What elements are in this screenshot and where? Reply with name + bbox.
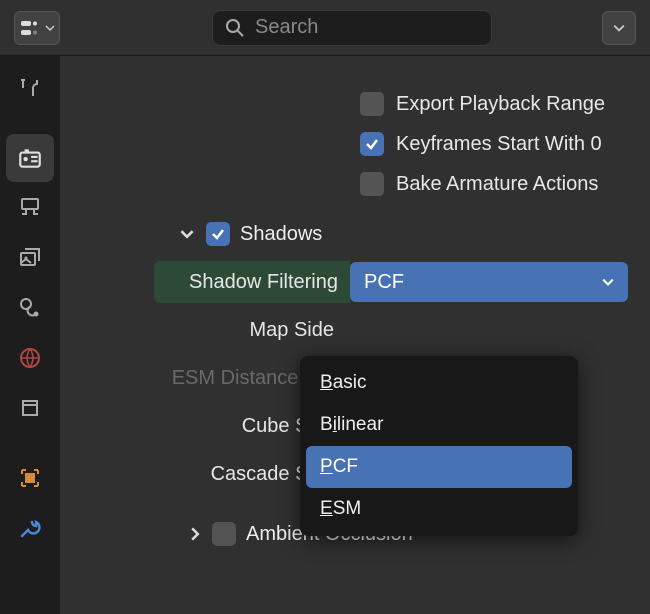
checkbox-bake-armature[interactable] [360,172,384,196]
checkbox-ambient-occlusion[interactable] [212,522,236,546]
checkbox-label: Bake Armature Actions [396,173,598,196]
options-button[interactable] [602,11,636,45]
tab-wrench[interactable] [6,504,54,552]
property-tabs [0,56,60,614]
object-select-icon [18,466,42,490]
checkbox-shadows[interactable] [206,222,230,246]
object-icon [18,396,42,420]
shadow-filtering-dropdown[interactable]: PCF [350,262,628,302]
tab-object[interactable] [6,384,54,432]
tab-viewlayer[interactable] [6,234,54,282]
properties-icon [19,18,39,38]
search-input[interactable]: Search [212,10,492,46]
field-label: Shadow Filtering [154,261,350,303]
field-shadow-filtering: Shadow Filtering PCF [60,258,650,306]
tab-scene[interactable] [6,284,54,332]
wrench-icon [18,516,42,540]
dropdown-option-bilinear[interactable]: Bilinear [306,404,572,446]
checkbox-row-export-playback: Export Playback Range [60,84,650,124]
checkbox-row-bake-armature: Bake Armature Actions [60,164,650,204]
dropdown-option-pcf[interactable]: PCF [306,446,572,488]
section-label: Shadows [240,223,322,246]
tool-icon [18,76,42,100]
search-placeholder: Search [255,16,318,39]
editor-type-selector[interactable] [14,11,60,45]
checkbox-label: Keyframes Start With 0 [396,133,602,156]
top-bar: Search [0,0,650,56]
checkbox-keyframes-start[interactable] [360,132,384,156]
tab-tool[interactable] [6,64,54,112]
tab-world[interactable] [6,334,54,382]
search-icon [225,18,245,38]
chevron-right-icon [188,527,202,541]
chevron-down-icon [178,225,196,243]
image-stack-icon [18,246,42,270]
field-map-side: Map Side [60,306,650,354]
tab-output[interactable] [6,184,54,232]
checkbox-export-playback[interactable] [360,92,384,116]
checkbox-row-keyframes-start: Keyframes Start With 0 [60,124,650,164]
tab-render[interactable] [6,134,54,182]
chevron-down-icon [45,23,55,33]
dropdown-option-esm[interactable]: ESM [306,488,572,530]
section-shadows[interactable]: Shadows [60,204,650,258]
dropdown-value: PCF [364,271,404,294]
dropdown-option-basic[interactable]: Basic [306,362,572,404]
world-icon [18,346,42,370]
shadow-filtering-dropdown-list: Basic Bilinear PCF ESM [300,356,578,536]
output-icon [18,196,42,220]
tab-modifier[interactable] [6,454,54,502]
checkbox-label: Export Playback Range [396,93,605,116]
scene-icon [18,296,42,320]
chevron-down-icon [602,276,614,288]
camera-back-icon [17,145,43,171]
field-label: Map Side [60,319,350,342]
chevron-down-icon [613,22,625,34]
